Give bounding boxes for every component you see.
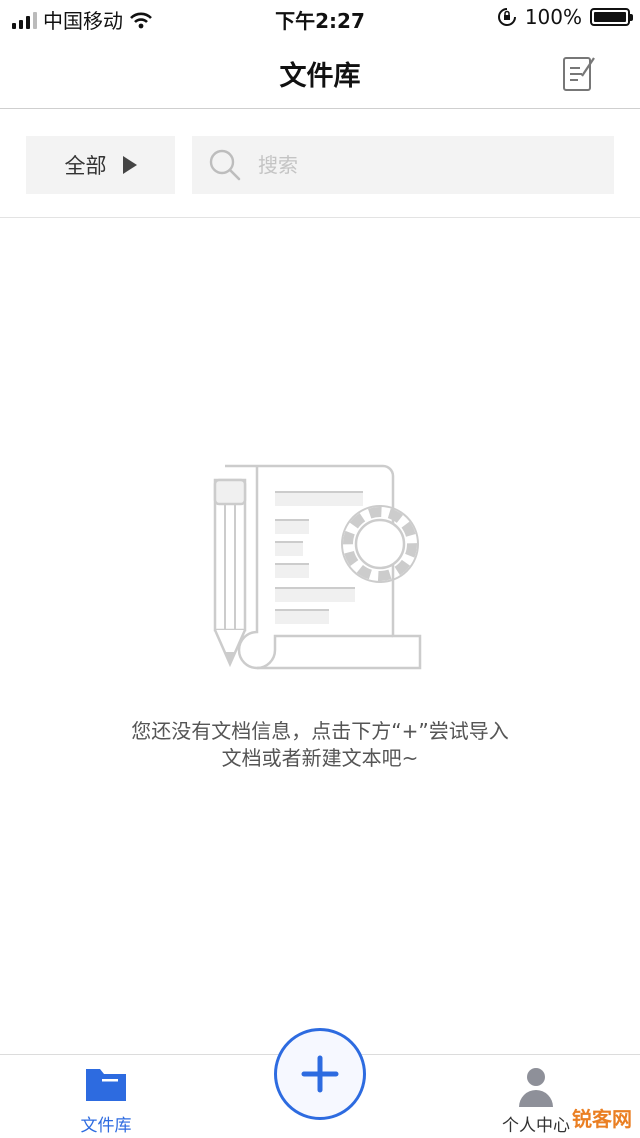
empty-state-line-2: 文档或者新建文本吧~ <box>221 746 419 770</box>
add-button[interactable] <box>274 1028 366 1120</box>
empty-state-message: 您还没有文档信息，点击下方“+”尝试导入 文档或者新建文本吧~ <box>0 718 640 772</box>
rotation-lock-icon <box>497 8 516 26</box>
edit-note-icon[interactable] <box>562 54 596 92</box>
filter-row: 全部 <box>0 110 640 218</box>
status-bar: 中国移动 下午2:27 100% <box>0 0 640 34</box>
empty-state-line-1: 您还没有文档信息，点击下方“+”尝试导入 <box>131 719 509 743</box>
folder-icon <box>86 1069 126 1101</box>
document-gear-illustration <box>213 464 422 670</box>
all-filter-button[interactable]: 全部 <box>26 136 175 194</box>
nav-bar: 文件库 <box>0 34 640 109</box>
search-icon <box>209 149 241 181</box>
person-icon <box>519 1068 553 1107</box>
tab-library-label: 文件库 <box>80 1116 132 1136</box>
battery-icon <box>590 8 633 26</box>
search-input[interactable] <box>256 152 600 178</box>
watermark: 锐客网 <box>572 1107 632 1131</box>
status-right: 100% <box>497 5 633 29</box>
all-filter-label: 全部 <box>64 154 107 178</box>
battery-percent: 100% <box>524 5 582 29</box>
search-box[interactable] <box>192 136 614 194</box>
tab-profile-label: 个人中心 <box>502 1116 570 1136</box>
page-title: 文件库 <box>279 61 361 92</box>
tab-library[interactable]: 文件库 <box>66 1065 146 1137</box>
plus-icon <box>301 1055 339 1093</box>
play-icon <box>122 156 137 174</box>
tab-profile[interactable]: 个人中心 <box>486 1065 586 1137</box>
